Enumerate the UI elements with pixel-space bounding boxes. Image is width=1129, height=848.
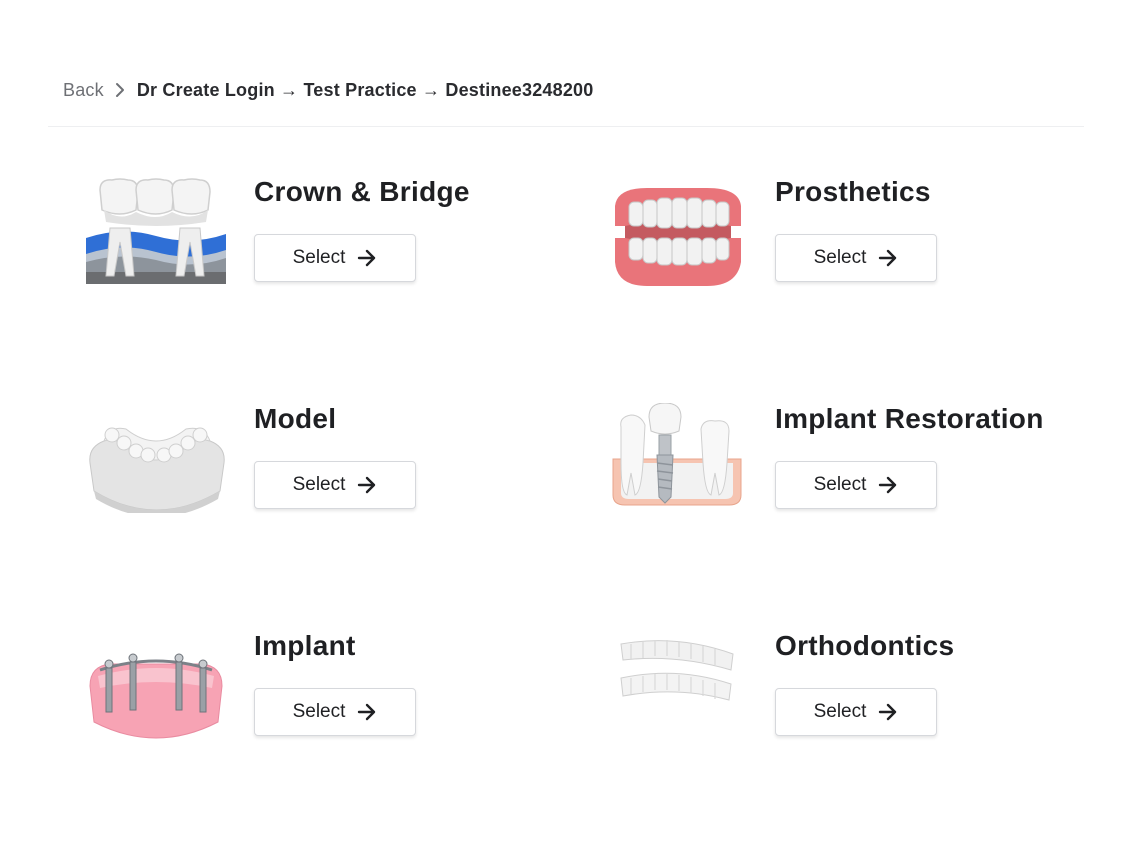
denture-icon [607, 176, 747, 286]
arrow-right-icon [878, 249, 898, 267]
select-button-label: Select [292, 701, 346, 722]
category-title: Implant [254, 630, 356, 661]
implant-restoration-icon [607, 402, 747, 513]
dental-model-icon [86, 403, 226, 517]
category-title: Model [254, 403, 337, 434]
breadcrumb-path: Dr Create Login → Test Practice → Destin… [136, 79, 594, 100]
arrow-right-icon [357, 476, 377, 494]
back-link[interactable]: Back [63, 80, 104, 101]
implant-bar-icon [86, 630, 226, 740]
select-button-label: Select [813, 701, 867, 722]
arrow-right-icon [878, 703, 898, 721]
select-button-prosthetics[interactable]: Select [775, 234, 937, 282]
select-button-label: Select [292, 247, 346, 268]
select-button-label: Select [813, 247, 867, 268]
arrow-right-icon [878, 476, 898, 494]
category-title: Prosthetics [775, 176, 931, 207]
select-button-label: Select [292, 474, 346, 495]
category-title: Crown & Bridge [254, 176, 470, 207]
select-button-orthodontics[interactable]: Select [775, 688, 937, 736]
clear-aligner-icon [607, 630, 747, 740]
arrow-right-icon [357, 703, 377, 721]
category-title: Orthodontics [775, 630, 955, 661]
chevron-right-icon [115, 82, 125, 98]
category-title: Implant Restoration [775, 403, 1044, 434]
select-button-model[interactable]: Select [254, 461, 416, 509]
arrow-right-icon [357, 249, 377, 267]
select-button-implant-restoration[interactable]: Select [775, 461, 937, 509]
header-divider [48, 126, 1084, 127]
crown-bridge-icon [86, 176, 226, 286]
select-button-implant[interactable]: Select [254, 688, 416, 736]
breadcrumb: Back Dr Create Login → Test Practice → D… [63, 78, 593, 102]
select-button-label: Select [813, 474, 867, 495]
select-button-crown-bridge[interactable]: Select [254, 234, 416, 282]
